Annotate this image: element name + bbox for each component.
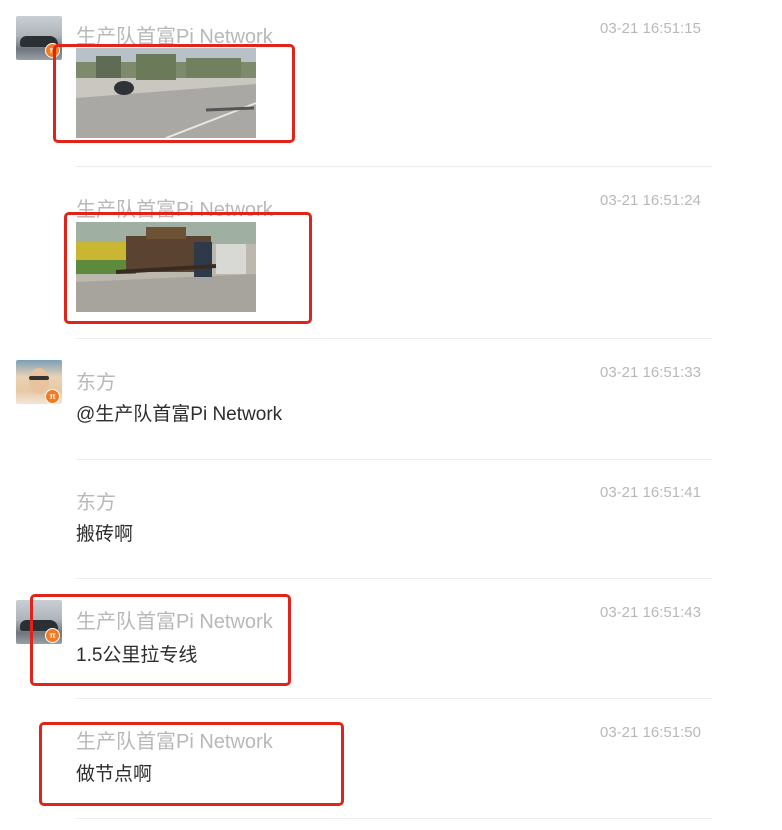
timestamp: 03-21 16:51:15 <box>600 20 701 37</box>
divider <box>76 578 712 579</box>
sender-name: 东方 <box>76 372 116 394</box>
divider <box>76 338 712 339</box>
divider <box>76 166 712 167</box>
timestamp: 03-21 16:51:43 <box>600 604 701 621</box>
divider <box>76 818 712 819</box>
timestamp: 03-21 16:51:33 <box>600 364 701 381</box>
divider <box>76 698 712 699</box>
timestamp: 03-21 16:51:24 <box>600 192 701 209</box>
message-text: 搬砖啊 <box>76 524 134 545</box>
highlight-box <box>39 722 344 806</box>
message-text: @生产队首富Pi Network <box>76 404 283 425</box>
timestamp: 03-21 16:51:41 <box>600 484 701 501</box>
sender-name: 东方 <box>76 492 116 514</box>
highlight-box <box>53 44 295 143</box>
highlight-box <box>64 212 312 324</box>
timestamp: 03-21 16:51:50 <box>600 724 701 741</box>
divider <box>76 459 712 460</box>
user-badge-icon: π <box>45 389 60 404</box>
highlight-box <box>30 594 291 686</box>
